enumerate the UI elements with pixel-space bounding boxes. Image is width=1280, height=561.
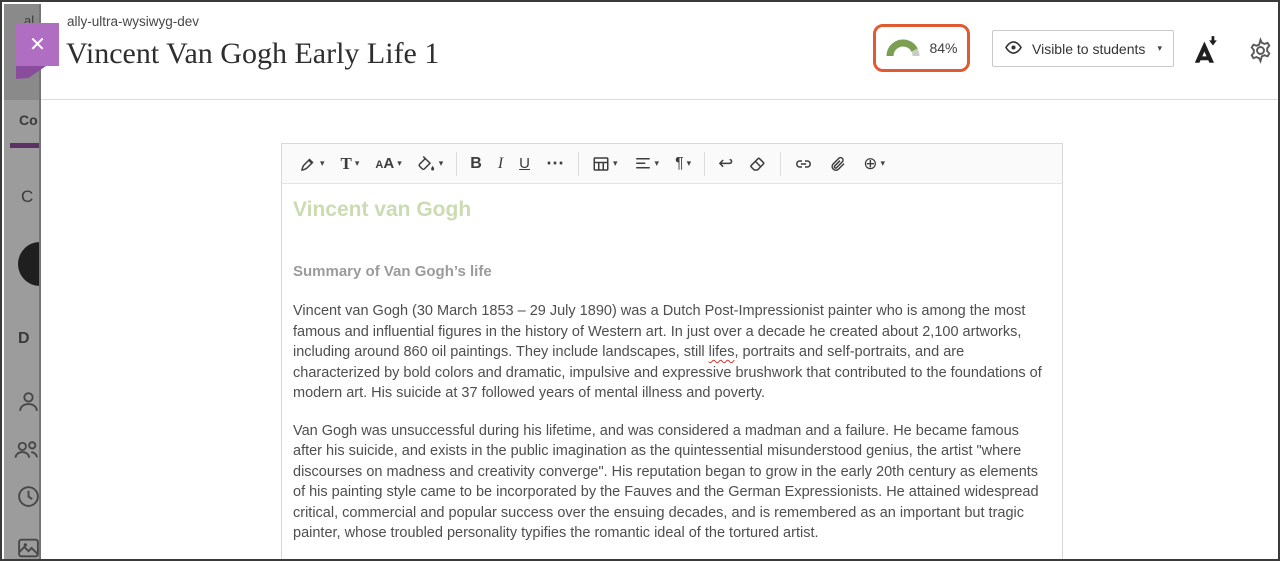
document-heading: Vincent van Gogh	[293, 198, 1051, 222]
align-icon[interactable]: ▾	[627, 150, 667, 178]
eye-icon	[1004, 40, 1023, 58]
more-options-icon[interactable]: ⋯	[539, 150, 572, 178]
text-style-pen-icon[interactable]: ▾	[292, 150, 332, 178]
visibility-label: Visible to students	[1032, 41, 1148, 57]
groups-people-icon	[13, 436, 40, 468]
breadcrumb: ally-ultra-wysiwyg-dev	[67, 14, 199, 29]
ally-score-value: 84%	[929, 40, 957, 56]
sidebar-active-tab-indicator	[10, 143, 41, 148]
app-window: al Co C D ally-ultra-wysiwyg-dev Vincent…	[0, 0, 1280, 561]
ally-gauge-arc-filled	[890, 43, 916, 56]
chevron-down-icon: ▾	[613, 158, 618, 169]
settings-gear-icon[interactable]	[1247, 37, 1274, 64]
table-icon[interactable]: ▾	[585, 150, 625, 178]
misspelled-word: lifes	[709, 344, 735, 360]
chevron-down-icon: ▾	[655, 158, 660, 169]
chevron-down-icon: ▾	[1157, 43, 1162, 54]
editor-content-area[interactable]: Vincent van Gogh Summary of Van Gogh’s l…	[282, 184, 1062, 561]
ally-gauge-icon	[885, 38, 921, 58]
dimmed-sidebar: al Co C D	[4, 4, 39, 561]
toolbar-separator	[704, 152, 705, 176]
ally-score-indicator[interactable]: 84%	[873, 24, 970, 72]
document-subheading: Summary of Van Gogh’s life	[293, 263, 1051, 280]
chevron-down-icon: ▾	[397, 158, 402, 169]
close-icon: ✕	[29, 32, 46, 57]
sidebar-tab-content-partial: Co	[19, 112, 38, 128]
ally-alternative-formats-button[interactable]	[1190, 34, 1222, 66]
bold-icon[interactable]: B	[463, 150, 489, 178]
paragraph-2: Van Gogh was unsuccessful during his lif…	[293, 421, 1051, 544]
fill-color-bucket-icon[interactable]: ▾	[411, 150, 451, 178]
chevron-down-icon: ▾	[439, 158, 444, 169]
font-size-icon[interactable]: AA ▾	[368, 150, 408, 178]
toolbar-separator	[578, 152, 579, 176]
paperclip-icon[interactable]	[822, 150, 854, 178]
paragraph-1: Vincent van Gogh (30 March 1853 – 29 Jul…	[293, 301, 1051, 404]
chevron-down-icon: ▾	[355, 158, 360, 169]
chevron-down-icon: ▾	[881, 158, 886, 169]
chevron-down-icon: ▾	[687, 158, 692, 169]
document-panel: ally-ultra-wysiwyg-dev Vincent Van Gogh …	[39, 4, 1280, 561]
link-icon[interactable]	[787, 150, 820, 178]
undo-icon[interactable]: ↩	[711, 150, 740, 178]
image-icon	[16, 535, 41, 561]
insert-plus-icon[interactable]: ⊕ ▾	[856, 150, 892, 178]
toolbar-separator	[780, 152, 781, 176]
eraser-icon[interactable]	[742, 150, 774, 178]
sidebar-details-heading-partial: D	[18, 330, 30, 348]
visibility-dropdown[interactable]: Visible to students ▾	[992, 30, 1174, 67]
document-header: ally-ultra-wysiwyg-dev Vincent Van Gogh …	[41, 4, 1280, 100]
underline-icon[interactable]: U	[512, 150, 537, 178]
italic-icon[interactable]: I	[491, 150, 510, 178]
close-button[interactable]: ✕	[16, 23, 59, 66]
roster-person-icon	[16, 389, 41, 419]
sidebar-course-heading-partial: C	[21, 187, 33, 207]
page-title: Vincent Van Gogh Early Life 1	[66, 37, 439, 71]
heading-style-icon[interactable]: T ▾	[334, 150, 367, 178]
toolbar-separator	[456, 152, 457, 176]
paragraph-icon[interactable]: ¶ ▾	[668, 150, 698, 178]
clock-icon	[16, 484, 41, 514]
rich-text-editor: ▾ T ▾ AA ▾ ▾ B I U ⋯	[281, 143, 1063, 561]
ally-a-download-icon	[1190, 34, 1222, 66]
editor-toolbar: ▾ T ▾ AA ▾ ▾ B I U ⋯	[282, 144, 1062, 184]
chevron-down-icon: ▾	[320, 158, 325, 169]
